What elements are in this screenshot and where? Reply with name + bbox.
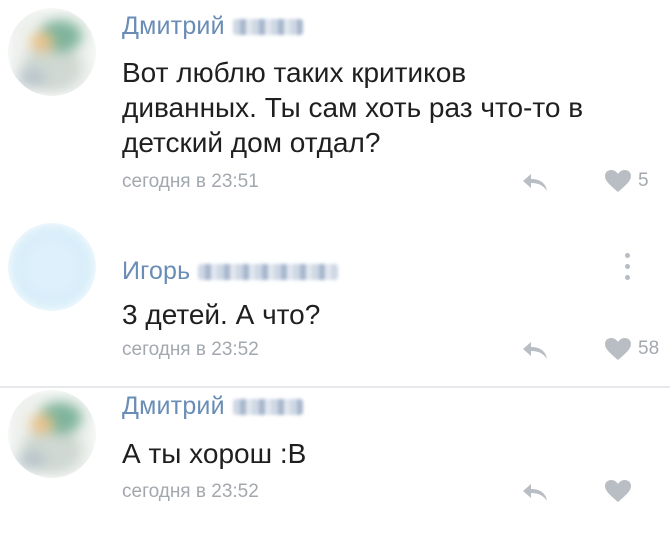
avatar-image	[8, 8, 96, 96]
heart-icon	[605, 170, 631, 192]
vertical-dots-icon[interactable]	[622, 253, 632, 289]
heart-icon	[605, 338, 631, 360]
reply-arrow-icon[interactable]	[520, 339, 550, 361]
heart-icon	[605, 480, 631, 502]
reply-arrow-icon[interactable]	[520, 481, 550, 503]
avatar[interactable]	[8, 8, 96, 96]
like-count: 58	[638, 338, 660, 359]
like-button[interactable]: 5	[604, 169, 649, 193]
comment-item: Игорь 3 детей. А что? сегодня в 23:52 58	[0, 215, 670, 385]
comment-text: Вот люблю таких критиков диванных. Ты са…	[122, 57, 584, 158]
author-name[interactable]: Игорь	[122, 257, 190, 286]
reply-arrow-icon[interactable]	[520, 171, 550, 193]
avatar-image	[8, 223, 96, 311]
comment-time: сегодня в 23:52	[122, 339, 259, 360]
redacted-surname	[232, 18, 303, 35]
avatar-image	[8, 390, 96, 478]
comment-item: Дмитрий А ты хорош :В сегодня в 23:52	[0, 378, 670, 552]
redacted-surname	[232, 398, 303, 415]
comment-text: А ты хорош :В	[122, 438, 307, 469]
author-row: Игорь	[122, 257, 339, 286]
like-button[interactable]	[604, 479, 638, 503]
comment-item: Дмитрий Вот люблю таких критиков диванны…	[0, 0, 670, 205]
author-name[interactable]: Дмитрий	[122, 12, 225, 41]
redacted-surname	[198, 263, 339, 280]
avatar[interactable]	[8, 390, 96, 478]
like-count: 5	[638, 170, 649, 191]
like-button[interactable]: 58	[604, 337, 659, 361]
author-row: Дмитрий	[122, 392, 303, 421]
comment-text: 3 детей. А что?	[122, 299, 321, 330]
comment-time: сегодня в 23:51	[122, 171, 259, 192]
author-name[interactable]: Дмитрий	[122, 392, 225, 421]
comment-time: сегодня в 23:52	[122, 481, 259, 502]
author-row: Дмитрий	[122, 12, 303, 41]
avatar[interactable]	[8, 223, 96, 311]
